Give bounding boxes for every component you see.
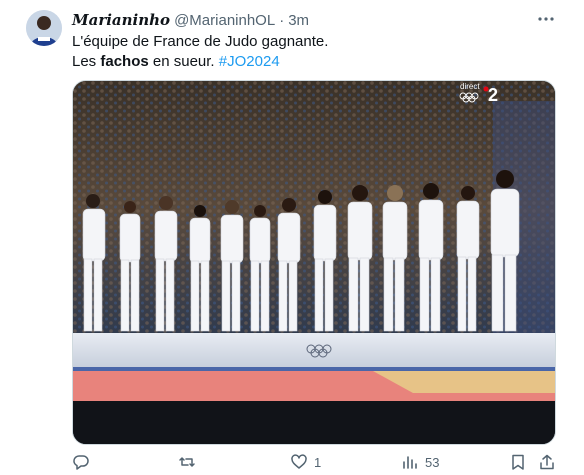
tweet-header: Marianinho @MarianinhOL · 3m bbox=[72, 10, 309, 30]
text-bold: fachos bbox=[100, 53, 149, 70]
user-handle[interactable]: @MarianinhOL bbox=[174, 12, 275, 29]
tweet-text-line-1: L'équipe de France de Judo gagnante. bbox=[72, 33, 329, 50]
views-icon bbox=[401, 453, 419, 471]
avatar[interactable] bbox=[26, 10, 62, 46]
share-icon bbox=[538, 453, 556, 471]
broadcast-label: direct bbox=[460, 82, 480, 91]
like-count: 1 bbox=[314, 454, 322, 470]
views-count: 53 bbox=[425, 454, 440, 470]
bookmark-button[interactable] bbox=[509, 452, 527, 472]
tweet-media[interactable]: direct 2 bbox=[72, 80, 556, 445]
separator-dot: · bbox=[279, 11, 285, 29]
views-button[interactable]: 53 bbox=[401, 452, 439, 472]
tweet[interactable]: Marianinho @MarianinhOL · 3m L'équipe de… bbox=[0, 0, 584, 475]
share-button[interactable] bbox=[538, 452, 556, 472]
tweet-text: L'équipe de France de Judo gagnante. Les… bbox=[72, 32, 552, 72]
heart-icon bbox=[290, 453, 308, 471]
retweet-button[interactable] bbox=[178, 452, 202, 472]
timestamp[interactable]: 3m bbox=[288, 12, 309, 29]
hashtag-link[interactable]: #JO2024 bbox=[219, 53, 280, 70]
text-prefix: Les bbox=[72, 53, 101, 70]
channel-number: 2 bbox=[488, 85, 498, 105]
tweet-text-line-2: Les fachos en sueur. #JO2024 bbox=[72, 52, 552, 72]
like-button[interactable]: 1 bbox=[290, 452, 321, 472]
display-name[interactable]: Marianinho bbox=[72, 11, 170, 29]
retweet-icon bbox=[178, 453, 196, 471]
reply-icon bbox=[72, 453, 90, 471]
action-bar: 1 53 bbox=[72, 452, 556, 472]
more-icon[interactable] bbox=[535, 8, 557, 30]
bookmark-icon bbox=[509, 453, 527, 471]
reply-button[interactable] bbox=[72, 452, 96, 472]
text-suffix: en sueur. bbox=[148, 53, 219, 70]
